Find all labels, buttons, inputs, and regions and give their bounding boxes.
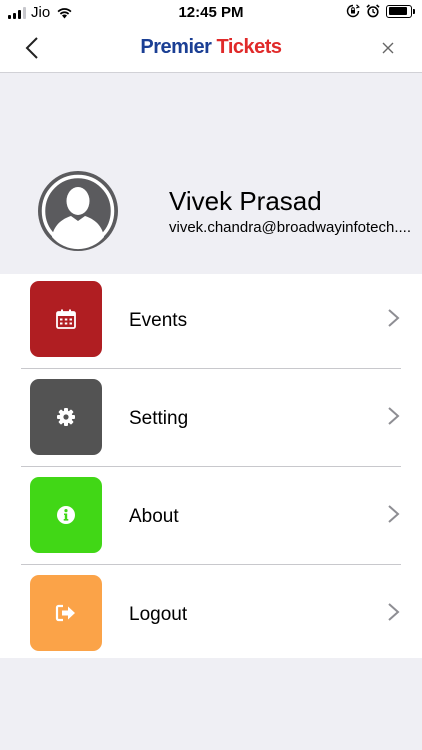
chevron-right-icon — [388, 407, 400, 425]
calendar-icon — [56, 309, 76, 329]
battery-icon — [386, 4, 415, 18]
battery-level — [388, 7, 407, 15]
divider — [21, 368, 401, 369]
user-email: vivek.chandra@broadwayinfotech.... — [169, 219, 412, 236]
menu-list: Events Setting About Logout — [0, 274, 422, 658]
rotation-lock-icon — [346, 4, 360, 18]
status-right — [346, 4, 415, 18]
menu-item-setting[interactable]: Setting — [0, 372, 422, 470]
setting-tile — [30, 379, 102, 455]
navigation-bar: Premier Tickets — [0, 24, 422, 73]
divider — [21, 564, 401, 565]
menu-label-setting: Setting — [129, 408, 189, 429]
info-icon — [57, 506, 75, 524]
menu-item-logout[interactable]: Logout — [0, 568, 422, 666]
menu-label-about: About — [129, 506, 179, 527]
menu-item-events[interactable]: Events — [0, 274, 422, 372]
chevron-right-icon — [388, 505, 400, 523]
logout-icon — [55, 604, 75, 622]
menu-label-logout: Logout — [129, 604, 188, 625]
status-bar: Jio 12:45 PM — [0, 0, 422, 24]
user-name: Vivek Prasad — [169, 186, 322, 216]
brand-tickets: Tickets — [216, 36, 282, 58]
close-icon[interactable] — [380, 40, 396, 56]
chevron-right-icon — [388, 603, 400, 621]
about-tile — [30, 477, 102, 553]
menu-item-about[interactable]: About — [0, 470, 422, 568]
logout-tile — [30, 575, 102, 651]
divider — [21, 466, 401, 467]
alarm-icon — [366, 4, 380, 18]
brand-premier: Premier — [140, 36, 212, 58]
user-avatar-icon — [38, 171, 118, 251]
events-tile — [30, 281, 102, 357]
profile-header: Vivek Prasad vivek.chandra@broadwayinfot… — [0, 73, 422, 273]
chevron-right-icon — [388, 309, 400, 327]
gear-icon — [57, 408, 75, 426]
menu-label-events: Events — [129, 310, 188, 331]
brand-logo: Premier Tickets — [0, 36, 422, 59]
